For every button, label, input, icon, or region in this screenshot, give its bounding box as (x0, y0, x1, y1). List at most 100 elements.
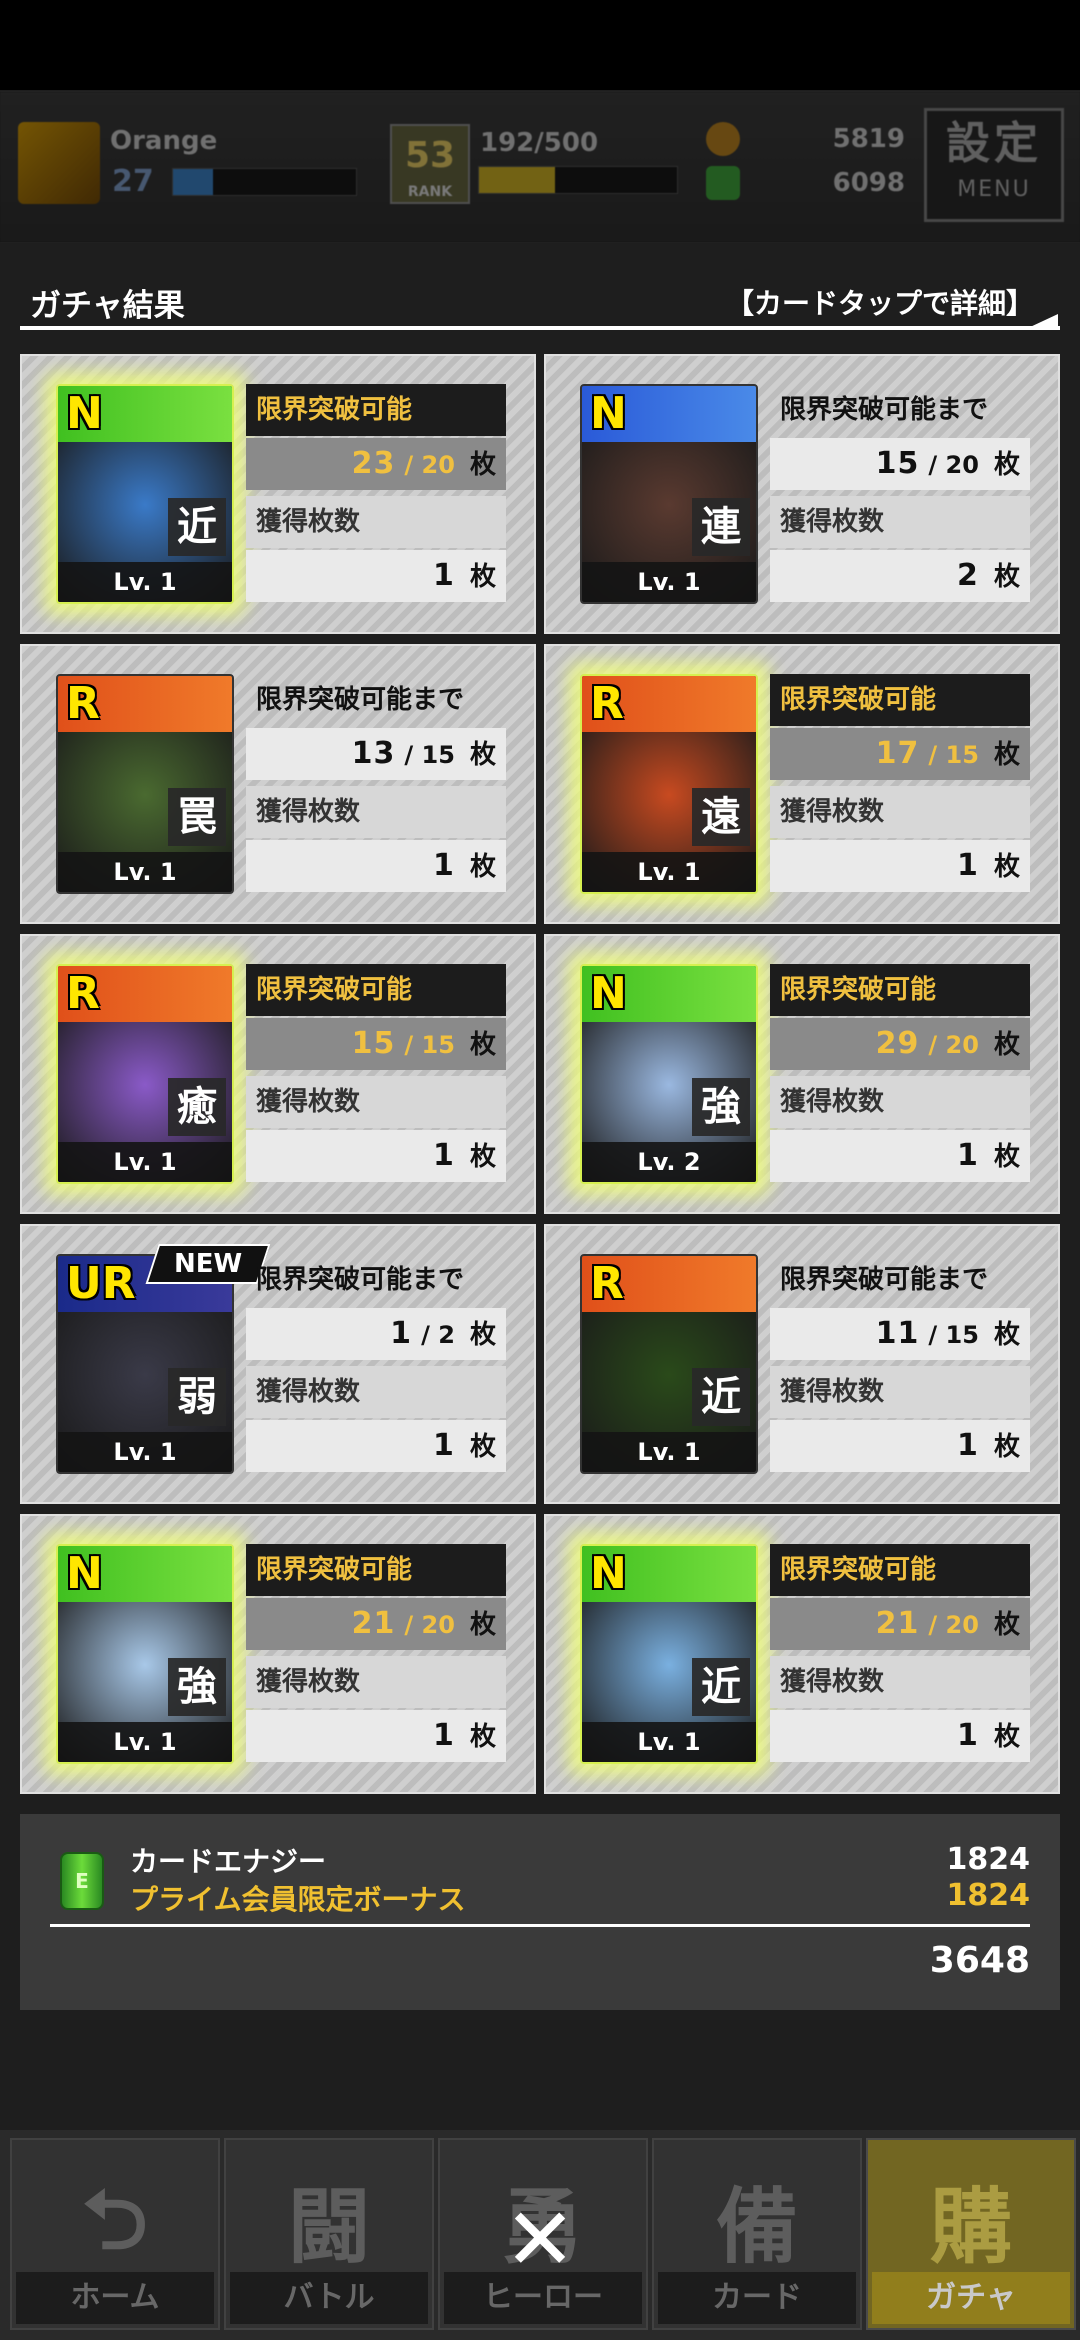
obtained-count: 2 (957, 558, 979, 593)
count-unit: 枚 (993, 1320, 1020, 1350)
limit-break-status: 限界突破可能まで (256, 685, 465, 715)
obtained-unit: 枚 (469, 852, 496, 882)
bonus-value: 1824 (946, 1878, 1031, 1913)
card-level: Lv. 1 (58, 562, 232, 602)
energy-total: 3648 (929, 1940, 1030, 1981)
card-portrait[interactable]: R 癒 Lv. 1 (56, 964, 234, 1184)
card-type-badge: 罠 (168, 788, 226, 846)
count-unit: 枚 (993, 740, 1020, 770)
energy-label: カードエナジー (130, 1845, 327, 1878)
card-type-badge: 遠 (692, 788, 750, 846)
card-result-cell[interactable]: N 強 Lv. 2 限界突破可能 29 / 20 枚 獲得枚数 1 枚 (544, 934, 1060, 1214)
card-portrait[interactable]: R 罠 Lv. 1 (56, 674, 234, 894)
limit-break-status: 限界突破可能 (246, 964, 506, 1016)
required-count: 15 (421, 741, 455, 769)
card-result-cell[interactable]: N 近 Lv. 1 限界突破可能 23 / 20 枚 獲得枚数 1 枚 (20, 354, 536, 634)
rarity-badge: N (582, 966, 756, 1022)
nav-tab-label: ホーム (16, 2272, 214, 2324)
card-portrait[interactable]: N 強 Lv. 1 (56, 1544, 234, 1764)
count-unit: 枚 (993, 450, 1020, 480)
card-result-cell[interactable]: R 近 Lv. 1 限界突破可能まで 11 / 15 枚 獲得枚数 1 枚 (544, 1224, 1060, 1504)
limit-break-count: 21 / 20 枚 (770, 1598, 1030, 1650)
owned-count: 21 (875, 1606, 920, 1641)
card-level: Lv. 2 (582, 1142, 756, 1182)
card-result-cell[interactable]: N 連 Lv. 1 限界突破可能まで 15 / 20 枚 獲得枚数 2 枚 (544, 354, 1060, 634)
nav-tab-home[interactable]: ⮌ ホーム (10, 2138, 220, 2330)
card-type-badge: 連 (692, 498, 750, 556)
limit-break-status: 限界突破可能まで (780, 395, 989, 425)
card-level: Lv. 1 (582, 1722, 756, 1762)
obtained-unit: 枚 (469, 1142, 496, 1172)
obtained-count-row: 1 枚 (246, 550, 506, 602)
owned-count: 15 (351, 1026, 396, 1061)
limit-break-count: 1 / 2 枚 (246, 1308, 506, 1360)
required-count: 20 (945, 1031, 979, 1059)
obtained-unit: 枚 (993, 1432, 1020, 1462)
nav-tab-gamepad[interactable]: 闘 バトル (224, 2138, 434, 2330)
limit-break-status: 限界突破可能 (246, 1544, 506, 1596)
card-portrait[interactable]: N 近 Lv. 1 (56, 384, 234, 604)
obtained-unit: 枚 (993, 1142, 1020, 1172)
card-portrait[interactable]: R 遠 Lv. 1 (580, 674, 758, 894)
obtained-label: 獲得枚数 (246, 786, 506, 838)
rarity-badge: N (58, 1546, 232, 1602)
limit-break-status: 限界突破可能 (770, 1544, 1030, 1596)
required-count: 2 (438, 1321, 455, 1349)
obtained-label: 獲得枚数 (770, 496, 1030, 548)
obtained-count-row: 1 枚 (770, 1710, 1030, 1762)
card-portrait[interactable]: UR 弱 Lv. 1 (56, 1254, 234, 1474)
card-type-badge: 弱 (168, 1368, 226, 1426)
limit-break-count: 29 / 20 枚 (770, 1018, 1030, 1070)
owned-count: 29 (875, 1026, 920, 1061)
required-count: 15 (945, 1321, 979, 1349)
obtained-label: 獲得枚数 (770, 1656, 1030, 1708)
obtained-label: 獲得枚数 (770, 786, 1030, 838)
tap-hint: 【カードタップで詳細】 (725, 287, 1034, 320)
card-result-cell[interactable]: N 近 Lv. 1 限界突破可能 21 / 20 枚 獲得枚数 1 枚 (544, 1514, 1060, 1794)
gamepad-icon: 闘 (287, 2180, 370, 2275)
card-type-badge: 近 (168, 498, 226, 556)
card-level: Lv. 1 (582, 852, 756, 892)
nav-tab-gacha[interactable]: 購 ガチャ (866, 2138, 1076, 2330)
owned-count: 13 (351, 736, 396, 771)
obtained-label: 獲得枚数 (246, 1366, 506, 1418)
count-unit: 枚 (993, 1610, 1020, 1640)
limit-break-status: 限界突破可能 (246, 384, 506, 436)
card-result-cell[interactable]: R 癒 Lv. 1 限界突破可能 15 / 15 枚 獲得枚数 1 枚 (20, 934, 536, 1214)
card-portrait[interactable]: R 近 Lv. 1 (580, 1254, 758, 1474)
limit-break-count: 15 / 15 枚 (246, 1018, 506, 1070)
card-result-cell[interactable]: R 遠 Lv. 1 限界突破可能 17 / 15 枚 獲得枚数 1 枚 (544, 644, 1060, 924)
limit-break-count: 17 / 15 枚 (770, 728, 1030, 780)
obtained-count-row: 1 枚 (770, 1130, 1030, 1182)
card-portrait[interactable]: N 近 Lv. 1 (580, 1544, 758, 1764)
card-icon: 備 (715, 2180, 798, 2275)
obtained-unit: 枚 (469, 562, 496, 592)
required-count: 20 (421, 1611, 455, 1639)
card-portrait[interactable]: N 強 Lv. 2 (580, 964, 758, 1184)
close-icon[interactable]: ✕ (500, 2197, 580, 2283)
owned-count: 21 (351, 1606, 396, 1641)
card-portrait[interactable]: N 連 Lv. 1 (580, 384, 758, 604)
nav-tab-label: カード (658, 2272, 856, 2324)
owned-count: 23 (351, 446, 396, 481)
card-result-cell[interactable]: N 強 Lv. 1 限界突破可能 21 / 20 枚 獲得枚数 1 枚 (20, 1514, 536, 1794)
obtained-unit: 枚 (469, 1432, 496, 1462)
count-unit: 枚 (993, 1030, 1020, 1060)
obtained-count: 1 (433, 1138, 455, 1173)
new-badge-label: NEW (173, 1249, 243, 1279)
card-result-cell[interactable]: R 罠 Lv. 1 限界突破可能まで 13 / 15 枚 獲得枚数 1 枚 (20, 644, 536, 924)
rarity-badge: N (582, 1546, 756, 1602)
nav-tab-card[interactable]: 備 カード (652, 2138, 862, 2330)
rarity-badge: R (58, 966, 232, 1022)
gacha-icon: 購 (929, 2180, 1012, 2275)
energy-divider (50, 1924, 1030, 1927)
card-type-badge: 近 (692, 1658, 750, 1716)
obtained-unit: 枚 (993, 852, 1020, 882)
owned-count: 17 (875, 736, 920, 771)
limit-break-count: 23 / 20 枚 (246, 438, 506, 490)
nav-tab-label: バトル (230, 2272, 428, 2324)
rarity-badge: R (582, 1256, 756, 1312)
required-count: 20 (421, 451, 455, 479)
card-result-cell[interactable]: UR 弱 Lv. 1 NEW 限界突破可能まで 1 / 2 枚 獲得枚数 1 枚 (20, 1224, 536, 1504)
card-type-badge: 近 (692, 1368, 750, 1426)
